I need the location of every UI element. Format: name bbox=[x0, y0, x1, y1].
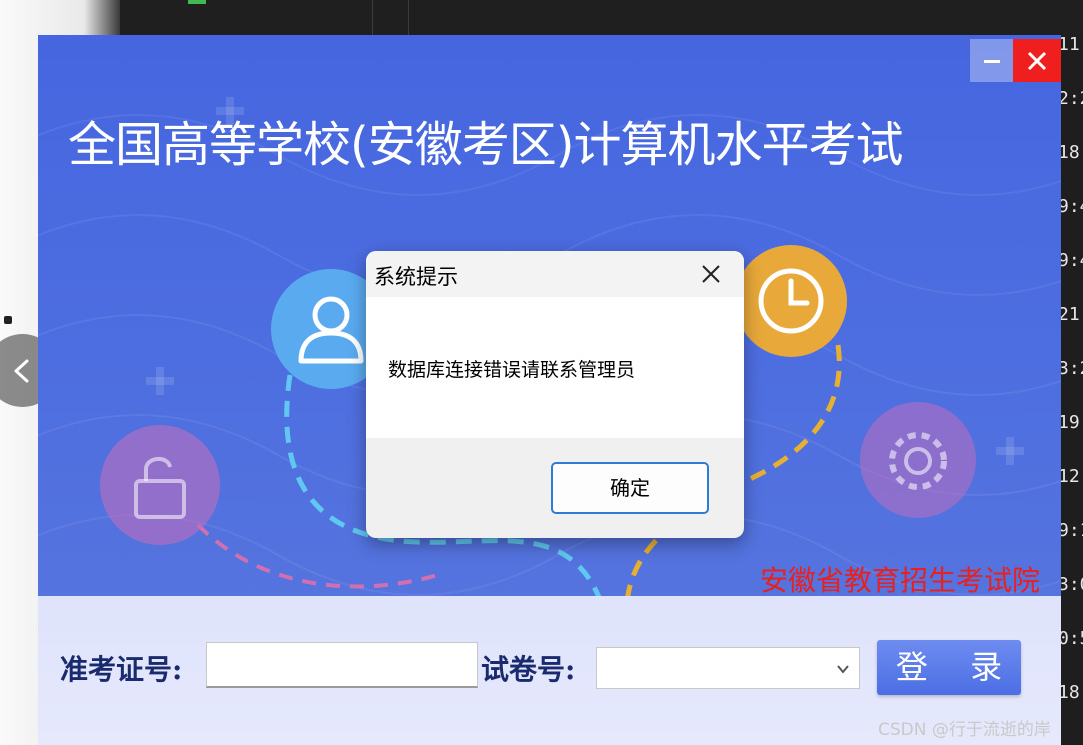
dialog-close-button[interactable] bbox=[696, 259, 726, 289]
ticket-label: 准考证号: bbox=[60, 653, 183, 686]
ticket-number-input[interactable] bbox=[206, 642, 478, 688]
timestamp-item: 19: bbox=[1058, 412, 1083, 432]
background-editor-tabbar bbox=[120, 0, 1083, 36]
minimize-button[interactable] bbox=[970, 39, 1013, 82]
close-icon bbox=[1027, 51, 1047, 70]
gear-icon bbox=[889, 432, 947, 490]
timestamp-item: 12: bbox=[1058, 466, 1083, 486]
system-alert-dialog: 系统提示 数据库连接错误请联系管理员 确定 bbox=[366, 251, 744, 538]
timestamp-item: 9:4 bbox=[1058, 250, 1083, 270]
dialog-body: 数据库连接错误请联系管理员 bbox=[366, 297, 744, 438]
user-icon bbox=[298, 296, 364, 364]
tab-separator bbox=[408, 0, 409, 36]
back-chevron-icon bbox=[14, 359, 29, 383]
timestamp-item: 18: bbox=[1058, 682, 1083, 702]
dialog-header: 系统提示 bbox=[366, 251, 744, 297]
timestamp-item: 0:5 bbox=[1058, 628, 1083, 648]
dialog-message: 数据库连接错误请联系管理员 bbox=[388, 359, 636, 381]
close-icon bbox=[702, 265, 720, 283]
app-title: 全国高等学校(安徽考区)计算机水平考试 bbox=[68, 117, 903, 173]
window-close-button[interactable] bbox=[1013, 39, 1061, 82]
paper-number-select[interactable] bbox=[596, 647, 860, 689]
unlock-icon bbox=[134, 457, 186, 519]
background-mark bbox=[4, 316, 12, 324]
dialog-ok-button[interactable]: 确定 bbox=[551, 462, 709, 514]
timestamp-item: 18: bbox=[1058, 142, 1083, 162]
timestamp-item: 3:0 bbox=[1058, 574, 1083, 594]
organization-name: 安徽省教育招生考试院 bbox=[760, 564, 1041, 597]
tab-separator bbox=[372, 0, 373, 36]
timestamp-item: 11: bbox=[1058, 34, 1083, 54]
timestamp-item: 9:4 bbox=[1058, 196, 1083, 216]
clock-icon bbox=[758, 268, 824, 334]
login-button[interactable]: 登 录 bbox=[877, 640, 1021, 695]
chevron-down-icon bbox=[837, 665, 849, 674]
timestamp-item: 21: bbox=[1058, 304, 1083, 324]
active-tab-indicator bbox=[188, 0, 206, 4]
timestamp-item: 2:2 bbox=[1058, 88, 1083, 108]
timestamp-item: 3:2 bbox=[1058, 358, 1083, 378]
watermark: CSDN @行于流逝的岸 bbox=[878, 720, 1051, 740]
paper-label: 试卷号: bbox=[481, 653, 576, 686]
timestamp-item: 9:1 bbox=[1058, 520, 1083, 540]
dialog-title: 系统提示 bbox=[374, 265, 458, 289]
